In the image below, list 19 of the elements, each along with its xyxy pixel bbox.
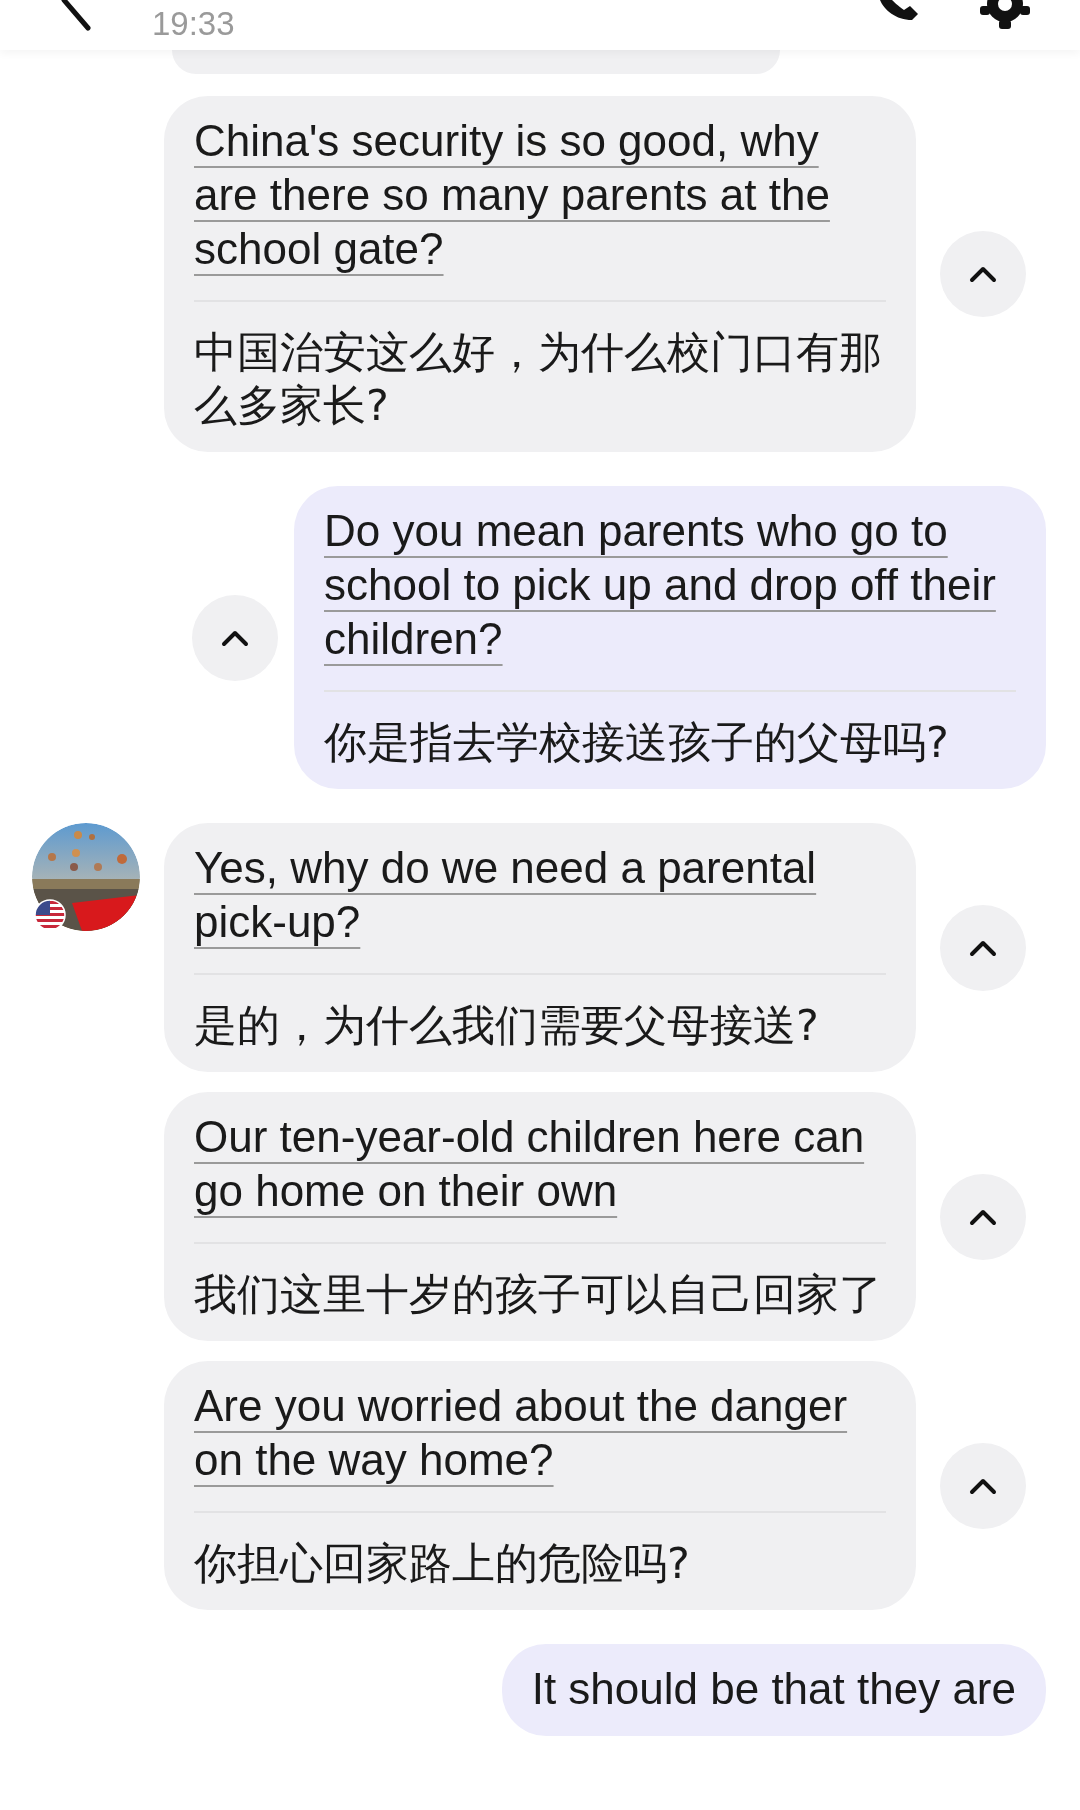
chevron-up-icon [221,628,249,647]
translation-text: 中国治安这么好，为什么校门口有那么多家长? [194,326,883,432]
chevron-up-icon [969,265,997,283]
chevron-up-icon [969,938,997,957]
message-text: It should be that they are [531,1663,1016,1715]
message-text: China's security is so good, why are there so many parents at the school gate? [194,115,831,275]
message-time: 19:33 [152,4,235,44]
chevron-up-icon [969,1207,997,1226]
translation-text: 你担心回家路上的危险吗? [194,1537,691,1590]
message-text: Are you worried about the danger on the way home? [194,1380,849,1486]
translation-text: 是的，为什么我们需要父母接送? [194,999,820,1052]
message-text: Our ten-year-old children here can go home on their own [194,1111,866,1217]
translation-text: 你是指去学校接送孩子的父母吗? [324,716,950,769]
message-text: Do you mean parents who go to school to pick up and drop off their children? [324,505,997,665]
message-text: Yes, why do we need a parental pick-up? [194,842,818,948]
settings-icon[interactable] [978,0,1032,30]
translation-text: 我们这里十岁的孩子可以自己回家了 [194,1268,883,1321]
flag-icon [34,899,66,931]
chevron-up-icon [969,1476,997,1495]
